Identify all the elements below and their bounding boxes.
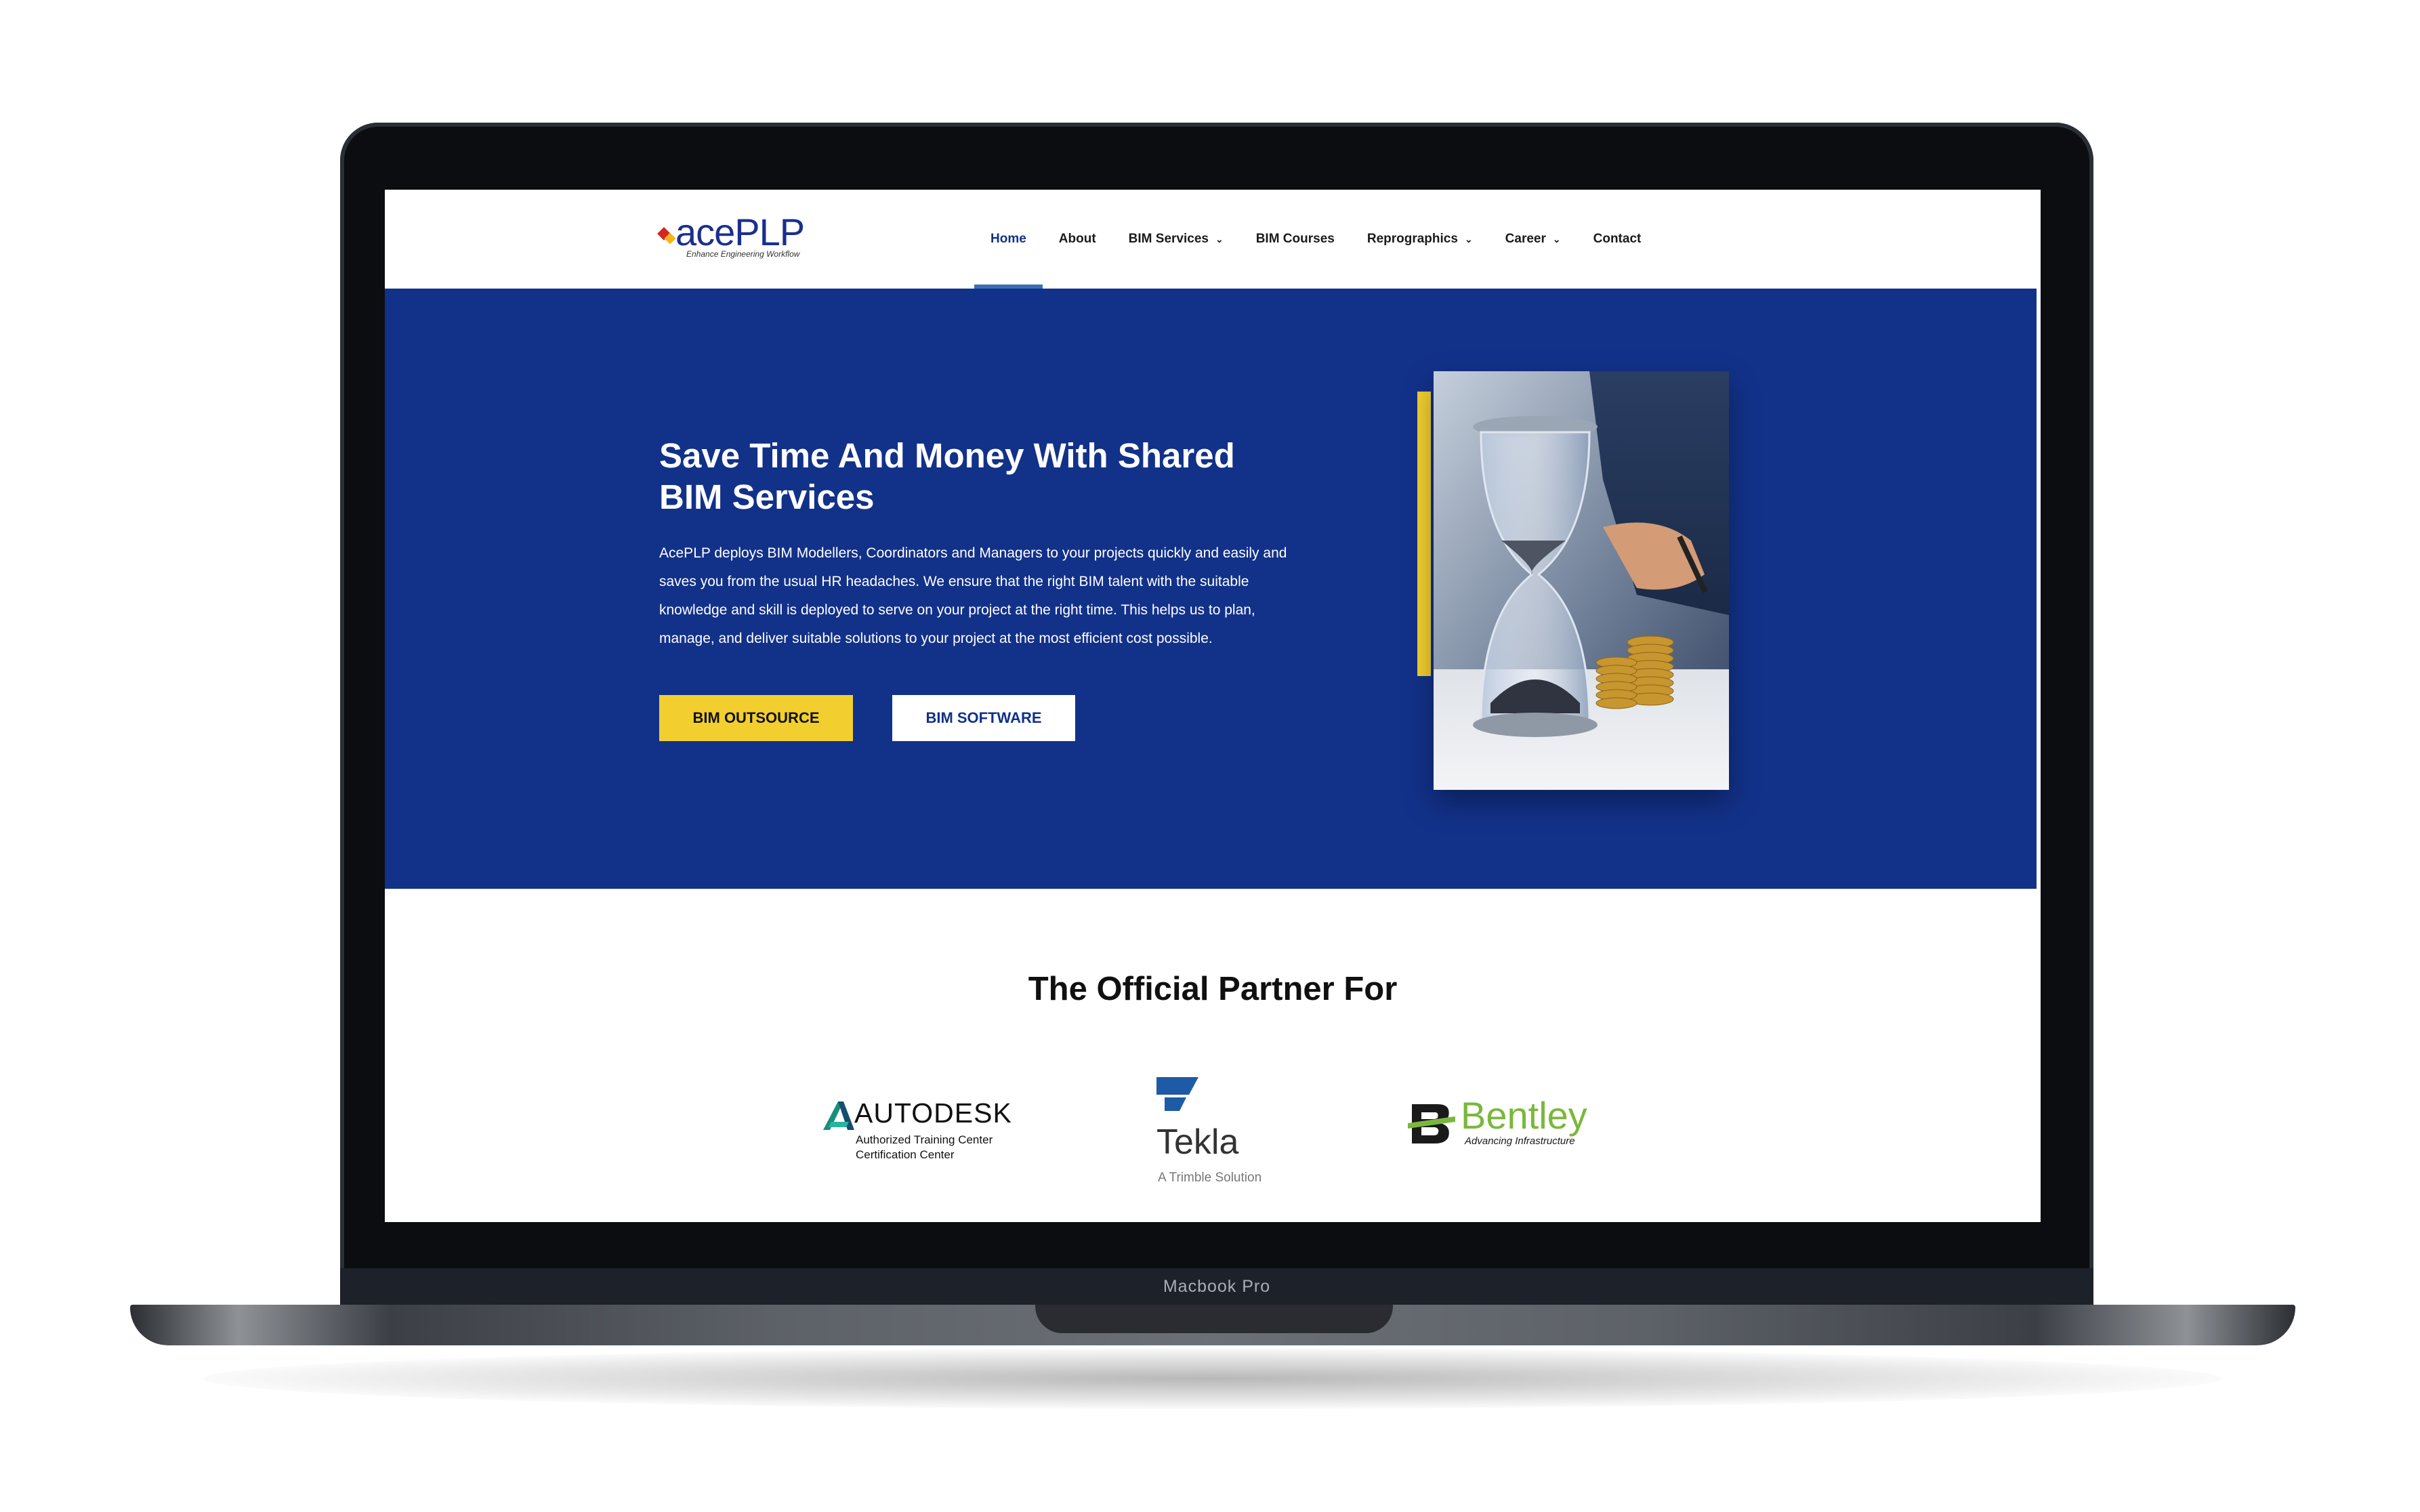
tekla-subtitle: A Trimble Solution [1158, 1171, 1262, 1185]
nav-reprographics[interactable]: Reprographics ⌄ [1351, 190, 1489, 289]
autodesk-a-icon [822, 1100, 856, 1131]
tekla-mark-icon [1155, 1074, 1203, 1112]
site-header: acePLP Enhance Engineering Workflow Home… [385, 190, 2041, 289]
autodesk-logo[interactable]: AUTODESK Authorized Training Center Cert… [822, 1097, 1025, 1165]
logo-tagline: Enhance Engineering Workflow [686, 249, 800, 259]
autodesk-subtitle: Authorized Training Center Certification… [856, 1133, 993, 1161]
chevron-down-icon: ⌄ [1215, 233, 1224, 245]
main-nav: Home About BIM Services ⌄ BIM Courses Rep… [974, 190, 1657, 289]
tekla-wordmark: Tekla [1156, 1122, 1239, 1162]
nav-bim-courses[interactable]: BIM Courses [1240, 190, 1351, 289]
logo-wordmark: acePLP [675, 211, 805, 253]
bentley-subtitle: Advancing Infrastructure [1465, 1135, 1575, 1147]
autodesk-wordmark: AUTODESK [854, 1097, 1012, 1129]
bentley-b-icon [1408, 1099, 1455, 1148]
bentley-logo[interactable]: Bentley Advancing Infrastructure [1408, 1094, 1638, 1160]
nav-contact[interactable]: Contact [1577, 190, 1658, 289]
hero-image-hourglass [1434, 371, 1729, 790]
logo-mark-icon [657, 224, 677, 245]
chevron-down-icon: ⌄ [1464, 233, 1473, 245]
nav-bim-services[interactable]: BIM Services ⌄ [1112, 190, 1240, 289]
bim-software-button[interactable]: BIM SOFTWARE [892, 695, 1075, 741]
chevron-down-icon: ⌄ [1552, 233, 1561, 245]
laptop-notch [1035, 1305, 1393, 1333]
device-model-label: Macbook Pro [1163, 1277, 1271, 1296]
site-logo[interactable]: acePLP Enhance Engineering Workflow [657, 211, 835, 268]
nav-career[interactable]: Career ⌄ [1489, 190, 1577, 289]
bentley-wordmark: Bentley [1461, 1094, 1587, 1137]
tekla-logo[interactable]: Tekla A Trimble Solution [1154, 1070, 1316, 1206]
hero-accent-bar [1417, 392, 1431, 676]
laptop-shadow [203, 1348, 2222, 1409]
hero-section: Save Time And Money With Shared BIM Serv… [385, 289, 2037, 889]
hero-title: Save Time And Money With Shared BIM Serv… [659, 436, 1235, 516]
browser-screen: acePLP Enhance Engineering Workflow Home… [385, 190, 2041, 1222]
bim-outsource-button[interactable]: BIM OUTSOURCE [659, 695, 853, 741]
partners-title: The Official Partner For [1028, 971, 1398, 1007]
nav-about[interactable]: About [1043, 190, 1112, 289]
nav-home[interactable]: Home [974, 190, 1043, 289]
hero-description: AcePLP deploys BIM Modellers, Coordinato… [659, 545, 1287, 646]
